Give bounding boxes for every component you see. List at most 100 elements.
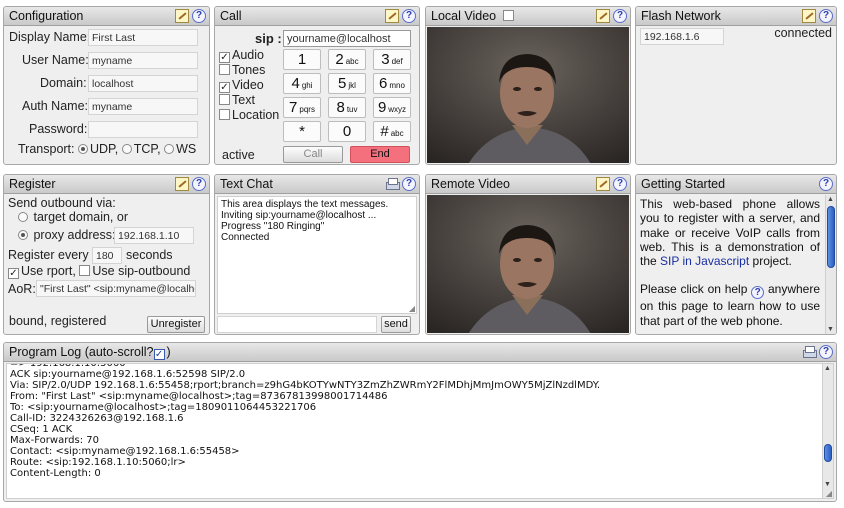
edit-icon[interactable] <box>175 9 189 23</box>
edit-icon[interactable] <box>596 177 610 191</box>
edit-icon[interactable] <box>596 9 610 23</box>
help-icon[interactable]: ? <box>819 177 833 191</box>
call-option-checkbox[interactable]: ✓ <box>219 82 230 93</box>
keypad-key-7[interactable]: 7 pqrs <box>283 97 321 118</box>
transport-udp-radio[interactable] <box>78 144 88 154</box>
end-button[interactable]: End <box>350 146 410 163</box>
keypad-key-4[interactable]: 4 ghi <box>283 73 321 94</box>
log-line: Call-ID: 3224326263@192.168.1.6 <box>10 413 184 424</box>
autoscroll-checkbox[interactable]: ✓ <box>153 349 165 360</box>
aor-field[interactable]: "First Last" <sip:myname@localho: <box>36 280 196 297</box>
use-rport-checkbox[interactable]: ✓ <box>8 268 19 279</box>
edit-icon[interactable] <box>385 9 399 23</box>
flash-network-header: Flash Network ? <box>636 7 836 26</box>
getting-started-title: Getting Started <box>641 177 726 191</box>
target-domain-radio[interactable] <box>18 212 28 222</box>
scroll-thumb[interactable] <box>827 206 835 268</box>
password-field[interactable] <box>88 121 198 138</box>
local-video-checkbox[interactable] <box>502 10 514 21</box>
sip-target-input[interactable]: yourname@localhost <box>283 30 411 47</box>
auth-name-field[interactable]: myname <box>88 98 198 115</box>
register-interval-field[interactable]: 180 <box>92 247 122 264</box>
call-button[interactable]: Call <box>283 146 343 163</box>
call-option-checkbox[interactable]: ✓ <box>219 52 230 63</box>
register-header: Register ? <box>4 175 209 194</box>
program-log-scrollbar[interactable]: ▲ ▼ ◢ <box>822 364 833 498</box>
flash-address-field[interactable]: 192.168.1.6 <box>640 28 724 45</box>
call-option-audio[interactable]: ✓ Audio <box>219 48 264 63</box>
call-title: Call <box>220 9 242 23</box>
help-icon[interactable]: ? <box>192 177 206 191</box>
help-icon[interactable]: ? <box>402 9 416 23</box>
keypad-key-0[interactable]: 0 <box>328 121 366 142</box>
transport-label: Transport: <box>18 142 75 156</box>
help-icon[interactable]: ? <box>402 177 416 191</box>
help-icon[interactable]: ? <box>751 286 765 300</box>
keypad-digit: 1 <box>297 51 307 68</box>
register-panel: Register ? Send outbound via: target dom… <box>3 174 210 335</box>
call-option-label: Text <box>232 93 255 107</box>
keypad-key-hash[interactable]: # abc <box>373 121 411 142</box>
chat-lines: This area displays the text messages. Inv… <box>221 199 413 243</box>
call-option-tones[interactable]: Tones <box>219 63 265 77</box>
call-option-video[interactable]: ✓ Video <box>219 78 264 93</box>
scroll-down-icon[interactable]: ▼ <box>827 326 834 333</box>
chat-message: Progress "180 Ringing" <box>221 221 325 232</box>
transport-ws-radio[interactable] <box>164 144 175 154</box>
configuration-title: Configuration <box>9 9 84 23</box>
scroll-up-icon[interactable]: ▲ <box>824 365 831 372</box>
keypad-key-2[interactable]: 2 abc <box>328 49 366 70</box>
keypad-digit: 4 <box>291 75 300 92</box>
print-icon[interactable] <box>802 345 817 359</box>
chat-history[interactable]: This area displays the text messages. Inv… <box>217 196 417 314</box>
keypad-letters: abc <box>345 57 359 66</box>
keypad-key-6[interactable]: 6 mno <box>373 73 411 94</box>
program-log-output[interactable]: => 192.168.1.10:5060 ACK sip:yourname@192… <box>6 363 834 499</box>
call-option-checkbox[interactable] <box>219 94 230 105</box>
program-log-header: Program Log (auto-scroll?✓) ? <box>4 343 836 362</box>
log-line: Contact: <sip:myname@192.168.1.6:55458> <box>10 446 240 457</box>
keypad-key-star[interactable]: * <box>283 121 321 142</box>
help-icon[interactable]: ? <box>613 9 627 23</box>
call-option-label: Video <box>232 78 264 92</box>
keypad-digit: 2 <box>335 51 344 68</box>
call-option-checkbox[interactable] <box>219 64 230 75</box>
proxy-radio[interactable] <box>18 230 28 240</box>
keypad-key-5[interactable]: 5 jkl <box>328 73 366 94</box>
proxy-address-field[interactable]: 192.168.1.10 <box>114 227 194 244</box>
scroll-thumb[interactable] <box>824 444 832 462</box>
transport-tcp-radio[interactable] <box>121 144 132 154</box>
keypad-key-9[interactable]: 9 wxyz <box>373 97 411 118</box>
transport-row: Transport: UDP, TCP, WS <box>18 142 196 156</box>
keypad-key-1[interactable]: 1 <box>283 49 321 70</box>
call-header: Call ? <box>215 7 419 26</box>
edit-icon[interactable] <box>802 9 816 23</box>
help-icon[interactable]: ? <box>819 345 833 359</box>
sip-in-javascript-link[interactable]: SIP in Javascript <box>660 254 749 268</box>
proxy-label: proxy address: <box>33 228 116 242</box>
help-icon[interactable]: ? <box>192 9 206 23</box>
getting-started-scrollbar[interactable]: ▲ ▼ <box>825 195 836 334</box>
scroll-down-icon[interactable]: ▼ <box>824 481 831 488</box>
scroll-up-icon[interactable]: ▲ <box>827 196 834 203</box>
keypad-digit: 7 <box>289 99 298 116</box>
call-option-text[interactable]: Text <box>219 93 255 107</box>
help-icon[interactable]: ? <box>613 177 627 191</box>
display-name-field[interactable]: First Last <box>88 29 198 46</box>
keypad-digit: * <box>299 123 305 140</box>
edit-icon[interactable] <box>175 177 189 191</box>
send-button[interactable]: send <box>381 316 411 333</box>
use-sip-outbound-checkbox[interactable] <box>79 265 91 276</box>
domain-field[interactable]: localhost <box>88 75 198 92</box>
help-icon[interactable]: ? <box>819 9 833 23</box>
call-option-location[interactable]: Location <box>219 108 279 122</box>
keypad-key-3[interactable]: 3 def <box>373 49 411 70</box>
getting-started-para1: This web-based phone allows you to regis… <box>640 197 820 268</box>
keypad-digit: 9 <box>377 99 387 116</box>
unregister-button[interactable]: Unregister <box>147 316 205 333</box>
call-option-checkbox[interactable] <box>219 109 230 120</box>
keypad-key-8[interactable]: 8 tuv <box>328 97 366 118</box>
chat-input[interactable] <box>217 316 377 333</box>
print-icon[interactable] <box>385 177 400 191</box>
user-name-field[interactable]: myname <box>88 52 198 69</box>
